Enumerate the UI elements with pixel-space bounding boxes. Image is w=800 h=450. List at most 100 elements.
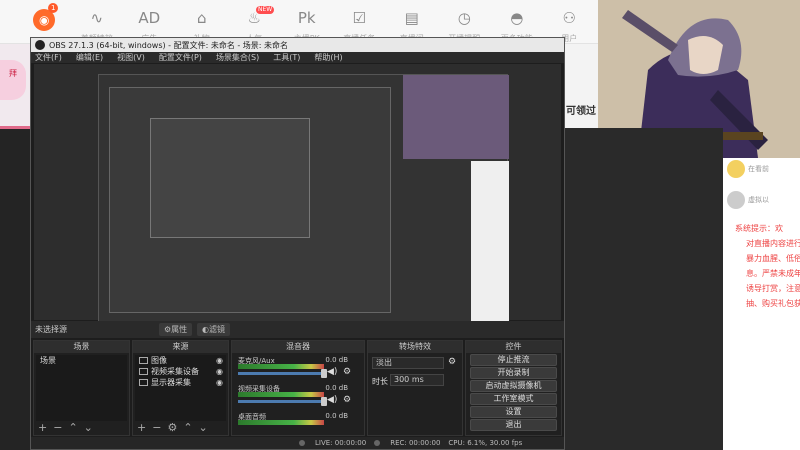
menu-scene-collection[interactable]: 场景集合(S) bbox=[216, 52, 259, 63]
add-icon[interactable]: + bbox=[38, 421, 47, 434]
clock-icon: ◷ bbox=[457, 9, 471, 27]
channel-db: 0.0 dB bbox=[325, 356, 348, 364]
transition-type-select[interactable]: 淡出 bbox=[372, 357, 444, 369]
menu-bar: 文件(F) 编辑(E) 视图(V) 配置文件(P) 场景集合(S) 工具(T) … bbox=[31, 52, 564, 63]
filters-button[interactable]: ◐ 滤镜 bbox=[197, 323, 230, 336]
user-avatar bbox=[727, 160, 745, 178]
menu-view[interactable]: 视图(V) bbox=[117, 52, 145, 63]
gear-icon[interactable]: ⚙ bbox=[343, 367, 351, 377]
mixer-channel: 桌面音频 0.0 dB bbox=[234, 411, 362, 439]
background-panel-dark bbox=[0, 129, 30, 450]
remove-icon[interactable]: − bbox=[53, 421, 62, 434]
duration-label: 时长 bbox=[372, 377, 388, 386]
chat-message: 在看前 bbox=[727, 160, 769, 178]
preview-recursive-capture bbox=[98, 74, 509, 323]
monitor-icon bbox=[139, 379, 148, 386]
virtual-camera-button[interactable]: 启动虚拟摄像机 bbox=[470, 380, 557, 392]
volume-meter bbox=[238, 420, 324, 425]
preview-nested-window-inner bbox=[150, 118, 310, 238]
system-notice-line: 抽、购买礼包获 bbox=[746, 299, 800, 308]
sources-title: 来源 bbox=[133, 341, 228, 353]
rec-dot-icon bbox=[374, 440, 381, 446]
volume-slider[interactable] bbox=[238, 397, 327, 406]
mixer-channel: 麦克风/Aux 0.0 dB ◀) ⚙ bbox=[234, 355, 362, 383]
duration-input[interactable]: 300 ms bbox=[390, 374, 444, 386]
stop-streaming-button[interactable]: 停止推流 bbox=[470, 354, 557, 366]
chat-message: 虚拟以 bbox=[727, 191, 769, 209]
scenes-title: 场景 bbox=[34, 341, 129, 353]
source-item[interactable]: 图像 ◉ bbox=[135, 355, 226, 366]
move-up-icon[interactable]: ⌃ bbox=[68, 421, 77, 434]
ad-icon: AD bbox=[138, 9, 161, 27]
preview-chat-thumbnail bbox=[471, 161, 509, 323]
move-down-icon[interactable]: ⌄ bbox=[199, 421, 208, 434]
system-notice-line: 暴力血腥、低俗 bbox=[746, 254, 800, 263]
cpu-status: CPU: 6.1%, 30.00 fps bbox=[448, 439, 523, 447]
image-icon bbox=[139, 357, 148, 364]
checklist-icon: ☑ bbox=[352, 9, 366, 27]
source-name: 图像 bbox=[151, 356, 167, 365]
gear-icon[interactable]: ⚙ bbox=[448, 357, 456, 367]
preview-video-thumbnail bbox=[403, 75, 509, 159]
scene-item[interactable]: 场景 bbox=[36, 355, 127, 366]
menu-edit[interactable]: 编辑(E) bbox=[76, 52, 103, 63]
preview-nested-window bbox=[109, 87, 391, 313]
sources-list: 图像 ◉ 视频采集设备 ◉ 显示器采集 ◉ bbox=[135, 355, 226, 421]
mixer-channel: 视频采集设备 0.0 dB ◀) ⚙ bbox=[234, 383, 362, 411]
window-titlebar[interactable]: OBS 27.1.3 (64-bit, windows) - 配置文件: 未命名… bbox=[31, 38, 564, 52]
live-dot-icon bbox=[299, 440, 305, 446]
properties-label: 属性 bbox=[171, 325, 188, 334]
settings-button[interactable]: 设置 bbox=[470, 406, 557, 418]
transitions-dock: 转场特效 淡出 ⚙ 时长 300 ms bbox=[367, 340, 463, 436]
gear-icon[interactable]: ⚙ bbox=[343, 395, 351, 405]
rec-time: REC: 00:00:00 bbox=[390, 439, 441, 447]
eye-icon[interactable]: ◉ bbox=[216, 367, 223, 376]
move-down-icon[interactable]: ⌄ bbox=[84, 421, 93, 434]
notification-badge: NEW bbox=[256, 6, 275, 14]
start-recording-button[interactable]: 开始录制 bbox=[470, 367, 557, 379]
studio-mode-button[interactable]: 工作室模式 bbox=[470, 393, 557, 405]
eye-icon[interactable]: ◉ bbox=[216, 378, 223, 387]
window-title: OBS 27.1.3 (64-bit, windows) - 配置文件: 未命名… bbox=[49, 40, 289, 50]
menu-help[interactable]: 帮助(H) bbox=[314, 52, 342, 63]
user-avatar bbox=[727, 191, 745, 209]
chat-message-text: 在看前 bbox=[748, 165, 769, 173]
sources-dock: 来源 图像 ◉ 视频采集设备 ◉ 显示器采集 ◉ + − ⚙ ⌃ ⌄ bbox=[132, 340, 229, 436]
obs-window: OBS 27.1.3 (64-bit, windows) - 配置文件: 未命名… bbox=[30, 37, 565, 450]
speaker-icon[interactable]: ◀) bbox=[327, 367, 337, 377]
menu-tools[interactable]: 工具(T) bbox=[273, 52, 300, 63]
system-notice-title: 系统提示：欢 bbox=[735, 224, 783, 233]
channel-db: 0.0 dB bbox=[325, 384, 348, 392]
preview-canvas[interactable] bbox=[34, 64, 561, 323]
controls-title: 控件 bbox=[466, 341, 561, 353]
volume-slider[interactable] bbox=[238, 369, 327, 378]
camera-icon bbox=[139, 368, 148, 375]
exit-button[interactable]: 退出 bbox=[470, 419, 557, 431]
no-source-label: 未选择源 bbox=[35, 325, 67, 334]
eye-icon[interactable]: ◉ bbox=[216, 356, 223, 365]
properties-button[interactable]: ⚙ 属性 bbox=[159, 323, 193, 336]
scenes-list: 场景 bbox=[36, 355, 127, 421]
source-item[interactable]: 显示器采集 ◉ bbox=[135, 377, 226, 388]
controls-dock: 控件 停止推流 开始录制 启动虚拟摄像机 工作室模式 设置 退出 bbox=[465, 340, 562, 436]
add-icon[interactable]: + bbox=[137, 421, 146, 434]
users-icon: ⚇ bbox=[562, 9, 576, 27]
source-item[interactable]: 视频采集设备 ◉ bbox=[135, 366, 226, 377]
notification-badge: 1 bbox=[48, 3, 59, 13]
menu-file[interactable]: 文件(F) bbox=[35, 52, 62, 63]
chat-message-text: 虚拟以 bbox=[748, 196, 769, 204]
menu-profile[interactable]: 配置文件(P) bbox=[159, 52, 202, 63]
move-up-icon[interactable]: ⌃ bbox=[183, 421, 192, 434]
chat-gutter bbox=[565, 128, 723, 450]
mixer-dock: 混音器 麦克风/Aux 0.0 dB ◀) ⚙ 视频采集设备 0.0 dB ◀)… bbox=[231, 340, 365, 436]
remove-icon[interactable]: − bbox=[152, 421, 161, 434]
system-notice-line: 对直播内容进行 bbox=[746, 239, 800, 248]
rec-status: REC: 00:00:00 bbox=[374, 439, 440, 447]
pk-icon: Pk bbox=[297, 9, 316, 27]
claim-label[interactable]: 可领过 bbox=[566, 102, 596, 117]
status-bar: LIVE: 00:00:00 REC: 00:00:00 CPU: 6.1%, … bbox=[31, 437, 564, 449]
speaker-icon[interactable]: ◀) bbox=[327, 395, 337, 405]
gear-icon[interactable]: ⚙ bbox=[167, 421, 177, 434]
filters-label: 滤镜 bbox=[208, 325, 225, 334]
scenes-dock: 场景 场景 + − ⌃ ⌄ bbox=[33, 340, 130, 436]
